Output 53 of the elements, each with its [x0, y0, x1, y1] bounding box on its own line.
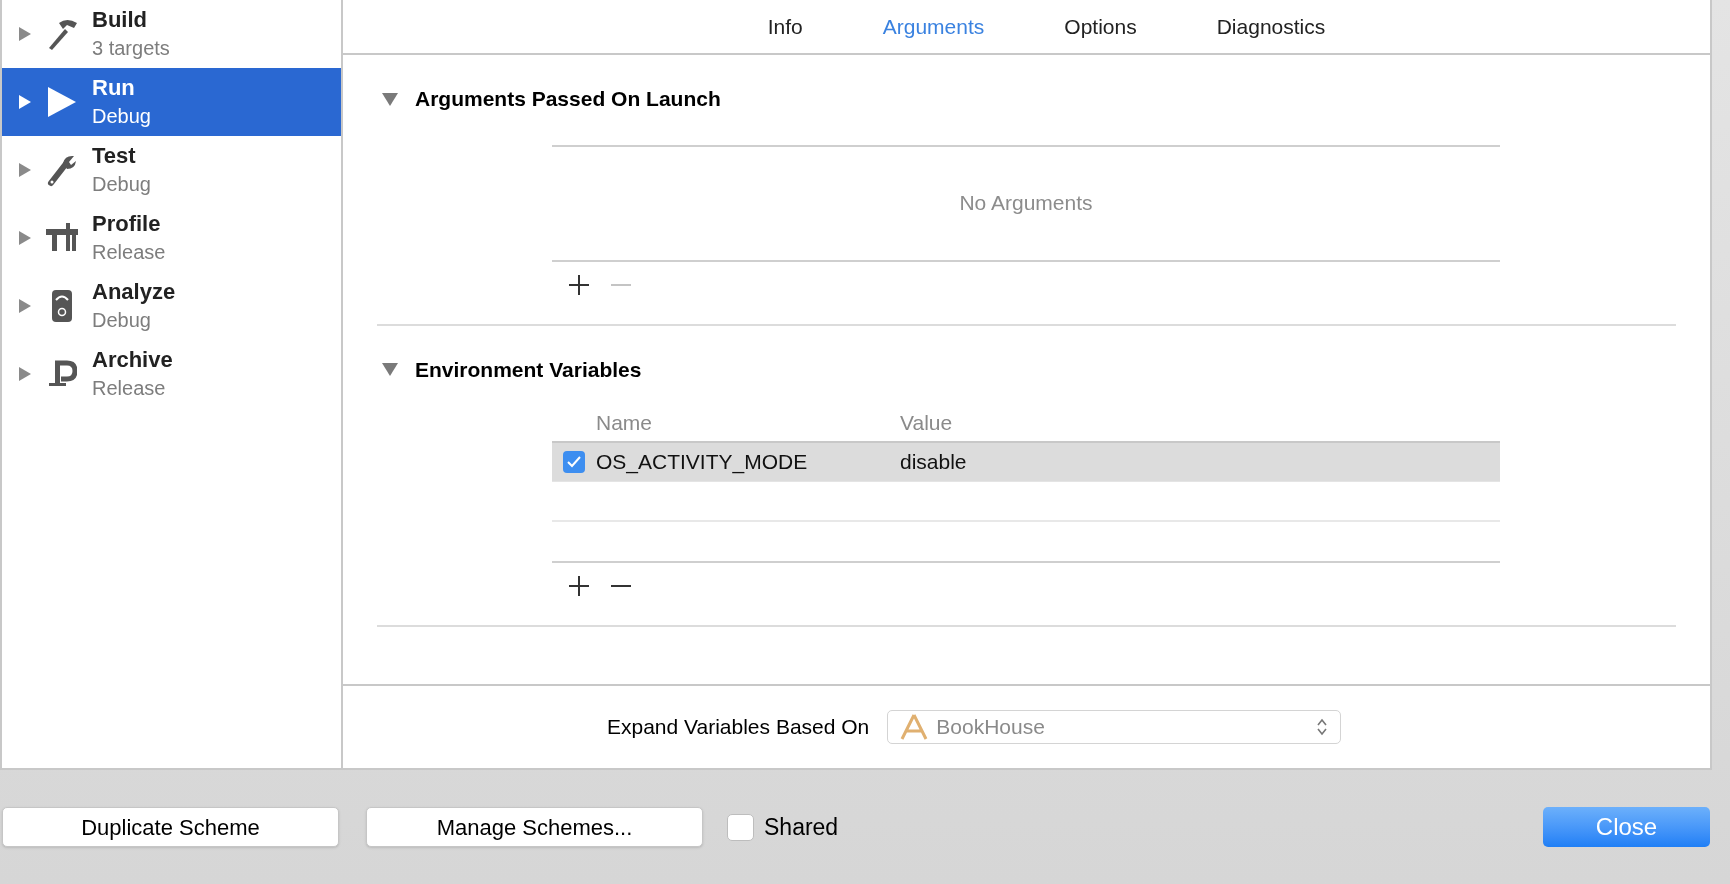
- expand-arrow-icon[interactable]: [18, 298, 32, 314]
- action-title: Profile: [92, 210, 162, 238]
- caliper-icon: [46, 223, 78, 253]
- column-header: Name: [596, 410, 654, 437]
- build-configuration: Release: [92, 376, 167, 401]
- build-configuration: 3 targets: [92, 36, 170, 61]
- expand-arrow-icon[interactable]: [18, 26, 32, 42]
- section-title: Environment Variables: [415, 356, 642, 383]
- expand-arrow-icon[interactable]: [18, 94, 32, 110]
- variable-name: OS_ACTIVITY_MODE: [596, 449, 809, 476]
- tab[interactable]: Options: [1048, 10, 1153, 43]
- scheme-action-item[interactable]: Run Debug: [2, 68, 341, 136]
- section-title: Arguments Passed On Launch: [415, 86, 721, 112]
- disclosure-triangle-icon[interactable]: [381, 90, 399, 107]
- scheme-action-item[interactable]: Build 3 targets: [2, 0, 341, 68]
- disclosure-triangle-icon[interactable]: [381, 361, 399, 378]
- tab[interactable]: Arguments: [866, 10, 1001, 43]
- field-label: Expand Variables Based On: [607, 714, 870, 741]
- tab[interactable]: Info: [751, 10, 819, 43]
- wrench-icon: [47, 153, 77, 187]
- variable-row[interactable]: OS_ACTIVITY_MODE disable: [552, 441, 1500, 481]
- expand-arrow-icon[interactable]: [18, 162, 32, 178]
- action-title: Run: [92, 74, 136, 102]
- enable-checkbox[interactable]: [563, 451, 585, 473]
- add-icon[interactable]: [568, 575, 590, 597]
- duplicate-scheme-button[interactable]: Duplicate Scheme: [2, 807, 339, 847]
- build-configuration: Release: [92, 240, 166, 265]
- add-icon[interactable]: [568, 273, 590, 296]
- build-configuration: Debug: [92, 308, 152, 333]
- action-title: Test: [92, 142, 137, 170]
- play-icon: [46, 85, 78, 119]
- scheme-action-item[interactable]: Analyze Debug: [2, 272, 341, 340]
- action-title: Analyze: [92, 278, 176, 306]
- checkmark-icon: [567, 456, 581, 468]
- column-header: Value: [900, 410, 953, 437]
- scheme-action-item[interactable]: Archive Release: [2, 340, 341, 408]
- shared-checkbox[interactable]: [727, 813, 754, 841]
- expand-arrow-icon[interactable]: [18, 230, 32, 246]
- action-title: Archive: [92, 346, 173, 374]
- tab[interactable]: Diagnostics: [1200, 10, 1342, 43]
- app-icon: [900, 714, 929, 740]
- build-configuration: Debug: [92, 172, 151, 197]
- scheme-action-item[interactable]: Test Debug: [2, 136, 341, 204]
- updown-caret-icon: [1316, 717, 1329, 737]
- manage-schemes-button[interactable]: Manage Schemes...: [366, 807, 703, 847]
- build-configuration: Debug: [92, 104, 151, 129]
- scheme-action-item[interactable]: Profile Release: [2, 204, 341, 272]
- checkbox-label: Shared: [764, 812, 839, 842]
- variable-value: disable: [900, 449, 967, 476]
- expand-arrow-icon[interactable]: [18, 366, 32, 382]
- action-title: Build: [92, 6, 148, 34]
- empty-list-text: No Arguments: [959, 190, 1093, 217]
- meter-icon: [50, 289, 74, 323]
